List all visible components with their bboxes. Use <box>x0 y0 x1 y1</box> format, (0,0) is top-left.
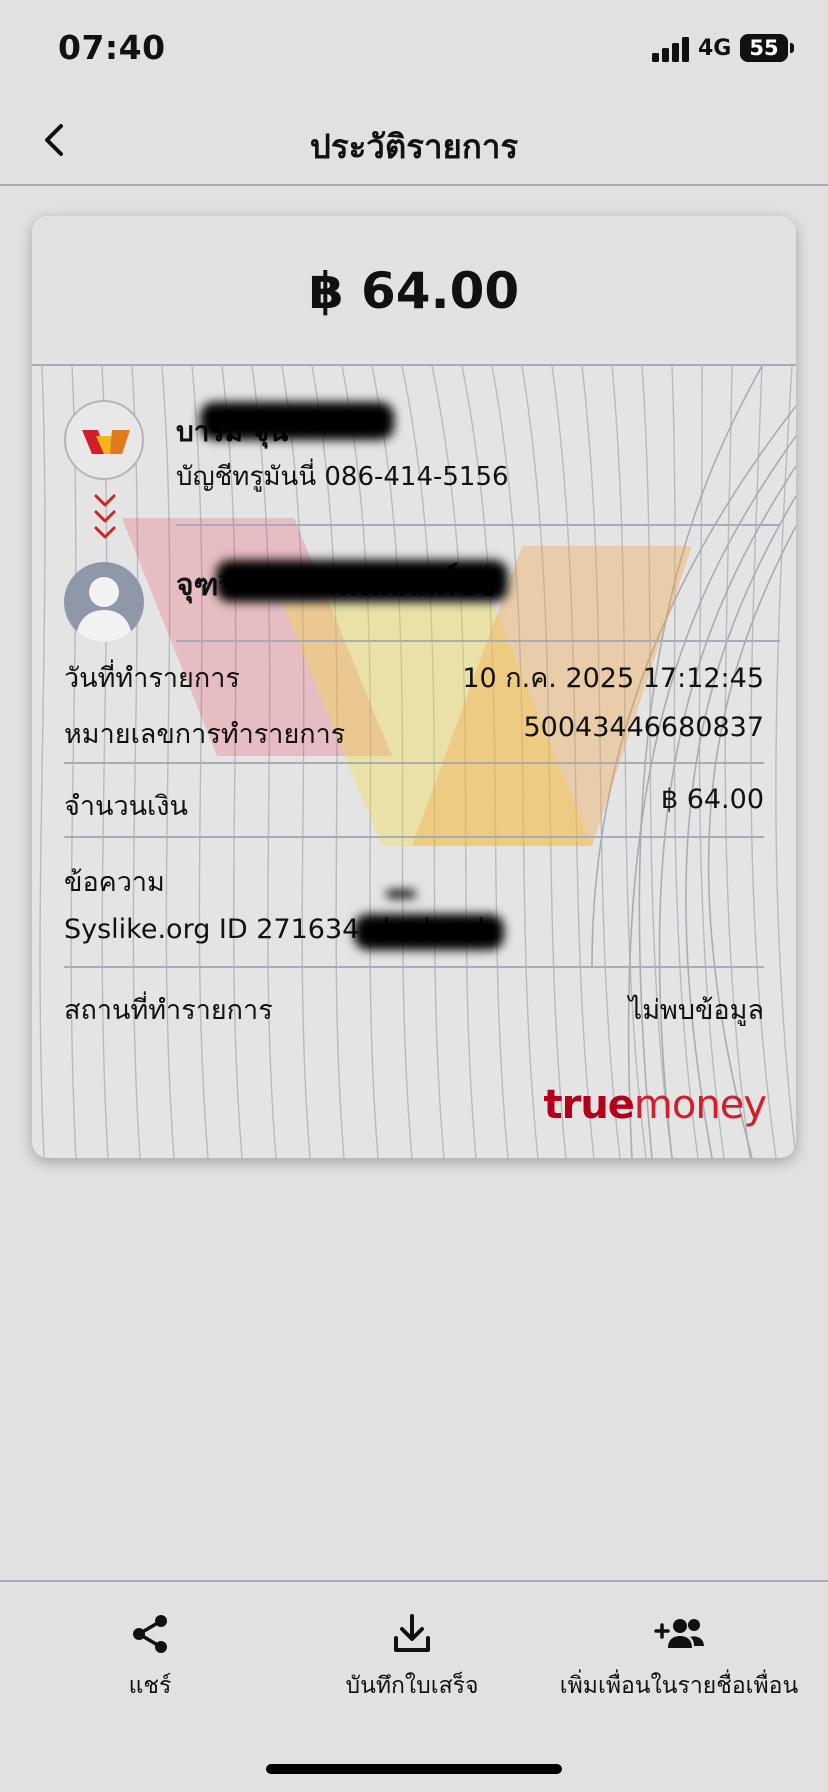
action-bar: แชร์ บันทึกใบเสร็จ เพิ่มเพื่อนในรายชื่อเ… <box>0 1580 828 1792</box>
share-button[interactable]: แชร์ <box>90 1612 210 1704</box>
nav-bar: ประวัติรายการ <box>0 96 828 186</box>
home-indicator <box>266 1764 562 1774</box>
redaction-mark <box>354 914 504 950</box>
message-label: ข้อความ <box>64 867 165 898</box>
divider <box>176 524 780 526</box>
txid-value: 50043446680837 <box>523 712 765 743</box>
truemoney-logo-icon <box>82 430 130 454</box>
save-receipt-button[interactable]: บันทึกใบเสร็จ <box>322 1612 502 1704</box>
download-icon <box>394 1614 430 1652</box>
receipt-card: ฿ 64.00 บัญชีทรูมันนี่ 086-414-5156 วันท… <box>32 216 796 1158</box>
location-label: สถานที่ทำรายการ <box>64 995 273 1026</box>
signal-icon <box>652 36 692 62</box>
network-type: 4G <box>698 36 732 61</box>
receipt-body: บารมี จุน*** บัญชีทรูมันนี่ 086-414-5156 <box>32 366 796 1158</box>
battery-icon: 55 <box>740 34 788 62</box>
share-icon <box>133 1615 167 1653</box>
location-value: ไม่พบข้อมูล <box>628 995 764 1026</box>
redaction-mark <box>386 890 416 898</box>
share-label: แชร์ <box>128 1673 172 1699</box>
txid-label: หมายเลขการทำรายการ <box>64 719 346 750</box>
truemoney-logo: truemoney <box>543 1082 767 1128</box>
amount-value: ฿ 64.00 <box>660 784 764 815</box>
redaction-mark <box>200 402 394 440</box>
amount-total: ฿ 64.00 <box>308 262 520 320</box>
status-bar: 07:40 4G 55 <box>0 0 828 96</box>
sender-avatar <box>64 400 144 480</box>
date-label: วันที่ทำรายการ <box>64 663 240 694</box>
divider <box>64 762 764 764</box>
page-title: ประวัติรายการ <box>309 127 519 166</box>
sender-account: บัญชีทรูมันนี่ 086-414-5156 <box>176 462 509 492</box>
add-friend-button[interactable]: เพิ่มเพื่อนในรายชื่อเพื่อน <box>552 1612 806 1704</box>
add-friend-icon <box>654 1619 704 1648</box>
divider <box>176 640 780 642</box>
transaction-history-screen: 07:40 4G 55 ประวัติรายการ ฿ 64.00 บัญชีท… <box>0 0 828 1792</box>
user-icon <box>76 577 132 642</box>
add-friend-label: เพิ่มเพื่อนในรายชื่อเพื่อน <box>559 1673 799 1699</box>
save-receipt-label: บันทึกใบเสร็จ <box>345 1673 479 1699</box>
divider <box>64 966 764 968</box>
amount-label: จำนวนเงิน <box>64 791 188 822</box>
date-value: 10 ก.ค. 2025 17:12:45 <box>462 663 764 694</box>
recipient-avatar <box>64 562 144 642</box>
status-time: 07:40 <box>58 28 166 67</box>
amount-header: ฿ 64.00 <box>32 216 796 366</box>
redaction-mark <box>216 560 508 602</box>
battery-tip <box>790 43 794 53</box>
divider <box>64 836 764 838</box>
chevron-down-icon <box>94 494 116 539</box>
